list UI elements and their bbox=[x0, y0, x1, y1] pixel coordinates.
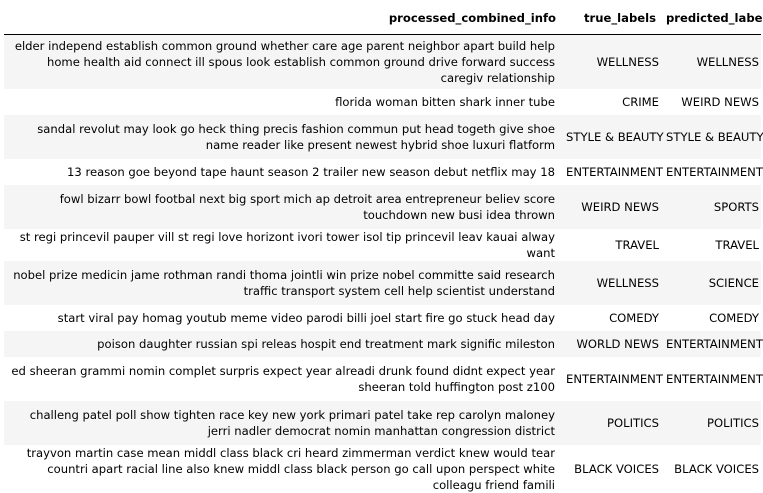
cell-predicted-label: POLITICS bbox=[707, 415, 759, 430]
table-row: start viral pay homag youtub meme video … bbox=[4, 304, 761, 331]
cell-true-label: ENTERTAINMENT bbox=[566, 371, 663, 386]
cell-true-label: WELLNESS bbox=[596, 54, 659, 69]
cell-predicted-label: ENTERTAINMENT bbox=[666, 164, 763, 179]
cell-info: nobel prize medicin jame rothman randi t… bbox=[13, 267, 555, 298]
table-row: elder independ establish common ground w… bbox=[4, 34, 761, 89]
column-header-predicted-labels: predicted_labels bbox=[661, 2, 763, 35]
cell-true-label: COMEDY bbox=[609, 310, 659, 325]
cell-info: trayvon martin case mean middl class bla… bbox=[26, 445, 555, 492]
cell-info: fowl bizarr bowl footbal next big sport … bbox=[59, 191, 555, 222]
cell-predicted-label: TRAVEL bbox=[715, 237, 759, 252]
cell-predicted-label: COMEDY bbox=[709, 310, 759, 325]
table-row: challeng patel poll show tighten race ke… bbox=[4, 400, 761, 445]
table-body: elder independ establish common ground w… bbox=[4, 34, 763, 493]
cell-info: sandal revolut may look go heck thing pr… bbox=[37, 121, 555, 152]
cell-true-label: WELLNESS bbox=[596, 275, 659, 290]
cell-true-label: POLITICS bbox=[607, 415, 659, 430]
cell-predicted-label: SPORTS bbox=[713, 199, 759, 214]
table-row: nobel prize medicin jame rothman randi t… bbox=[4, 260, 761, 305]
dataframe-table: processed_combined_info true_labels pred… bbox=[4, 2, 763, 493]
cell-predicted-label: ENTERTAINMENT bbox=[666, 336, 763, 351]
cell-true-label: ENTERTAINMENT bbox=[566, 164, 663, 179]
cell-info: poison daughter russian spi releas hospi… bbox=[97, 336, 555, 351]
cell-info: 13 reason goe beyond tape haunt season 2… bbox=[67, 164, 555, 179]
column-header-true-labels: true_labels bbox=[561, 2, 661, 35]
cell-info: start viral pay homag youtub meme video … bbox=[57, 310, 555, 325]
cell-predicted-label: WEIRD NEWS bbox=[681, 94, 759, 109]
table-row: florida woman bitten shark inner tube CR… bbox=[4, 88, 761, 115]
table-row: poison daughter russian spi releas hospi… bbox=[4, 330, 763, 357]
cell-true-label: STYLE & BEAUTY bbox=[566, 129, 664, 144]
table-row: 13 reason goe beyond tape haunt season 2… bbox=[4, 158, 763, 185]
cell-predicted-label: STYLE & BEAUTY bbox=[666, 129, 763, 144]
column-header-processed-combined-info: processed_combined_info bbox=[4, 2, 561, 35]
cell-true-label: WEIRD NEWS bbox=[581, 199, 659, 214]
table-row: st regi princevil pauper vill st regi lo… bbox=[4, 228, 761, 261]
cell-info: challeng patel poll show tighten race ke… bbox=[29, 407, 555, 438]
table-row: trayvon martin case mean middl class bla… bbox=[4, 444, 761, 493]
cell-info: st regi princevil pauper vill st regi lo… bbox=[19, 229, 555, 260]
cell-true-label: WORLD NEWS bbox=[576, 336, 659, 351]
table-row: ed sheeran grammi nomin complet surpris … bbox=[4, 356, 763, 401]
cell-true-label: CRIME bbox=[622, 94, 659, 109]
cell-true-label: TRAVEL bbox=[615, 237, 659, 252]
cell-predicted-label: SCIENCE bbox=[708, 275, 759, 290]
table-row: fowl bizarr bowl footbal next big sport … bbox=[4, 184, 761, 229]
cell-info: ed sheeran grammi nomin complet surpris … bbox=[11, 363, 555, 394]
cell-info: elder independ establish common ground w… bbox=[14, 38, 555, 85]
cell-predicted-label: BLACK VOICES bbox=[674, 461, 759, 476]
cell-predicted-label: WELLNESS bbox=[696, 54, 759, 69]
table-row: sandal revolut may look go heck thing pr… bbox=[4, 114, 763, 159]
cell-predicted-label: ENTERTAINMENT bbox=[666, 371, 763, 386]
cell-info: florida woman bitten shark inner tube bbox=[335, 94, 555, 109]
table-header: processed_combined_info true_labels pred… bbox=[4, 2, 763, 35]
header-row: processed_combined_info true_labels pred… bbox=[4, 2, 763, 35]
cell-true-label: BLACK VOICES bbox=[574, 461, 659, 476]
